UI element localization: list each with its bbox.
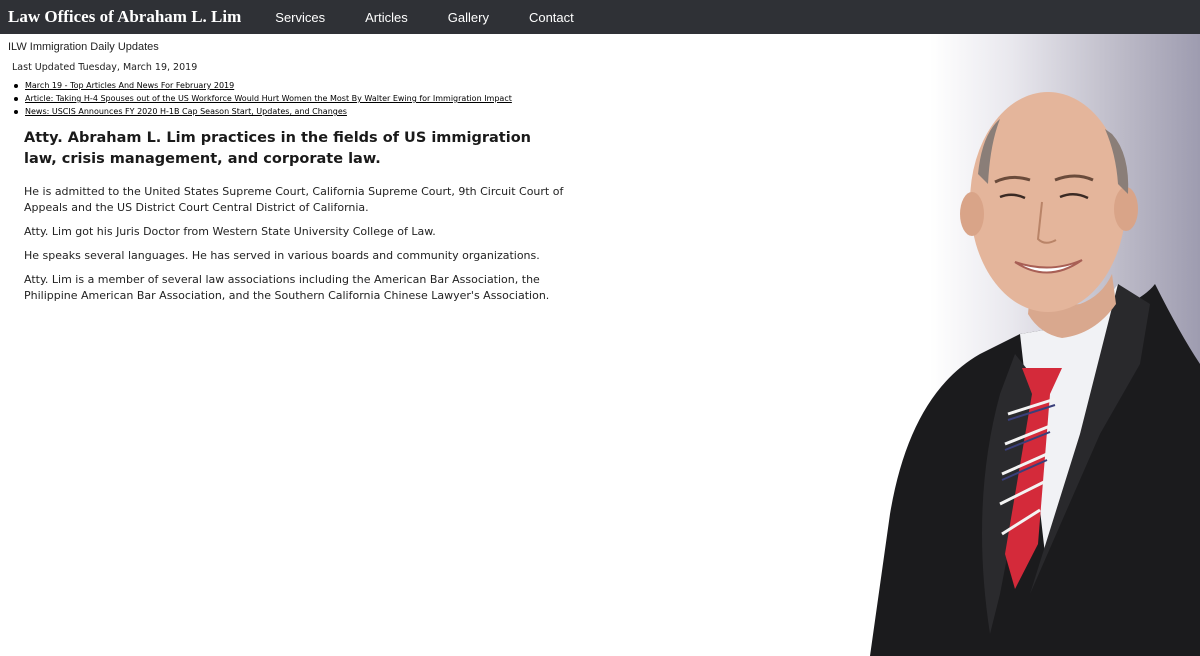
news-list: March 19 - Top Articles And News For Feb… <box>14 79 512 118</box>
list-item: News: USCIS Announces FY 2020 H-1B Cap S… <box>14 105 512 118</box>
top-navbar: Law Offices of Abraham L. Lim Services A… <box>0 0 1200 34</box>
last-updated-text: Last Updated Tuesday, March 19, 2019 <box>12 62 198 73</box>
news-link[interactable]: News: USCIS Announces FY 2020 H-1B Cap S… <box>25 105 347 118</box>
bio-paragraph-languages: He speaks several languages. He has serv… <box>24 249 540 262</box>
page-headline: Atty. Abraham L. Lim practices in the fi… <box>24 130 531 167</box>
list-item: Article: Taking H-4 Spouses out of the U… <box>14 92 512 105</box>
news-link[interactable]: March 19 - Top Articles And News For Feb… <box>25 79 234 92</box>
nav-link-gallery[interactable]: Gallery <box>428 10 509 25</box>
bio-paragraph-admissions: He is admitted to the United States Supr… <box>24 185 564 214</box>
nav-link-services[interactable]: Services <box>255 10 345 25</box>
nav-menu: Services Articles Gallery Contact <box>255 10 593 25</box>
news-widget-title: ILW Immigration Daily Updates <box>8 41 159 53</box>
bullet-icon <box>14 109 18 114</box>
site-brand-link[interactable]: Law Offices of Abraham L. Lim <box>8 7 241 27</box>
bullet-icon <box>14 96 18 101</box>
bio-paragraph-education: Atty. Lim got his Juris Doctor from West… <box>24 225 436 238</box>
bio-paragraph-associations: Atty. Lim is a member of several law ass… <box>24 273 550 302</box>
nav-link-articles[interactable]: Articles <box>345 10 428 25</box>
list-item: March 19 - Top Articles And News For Feb… <box>14 79 512 92</box>
attorney-portrait-photo <box>870 92 1200 656</box>
nav-link-contact[interactable]: Contact <box>509 10 594 25</box>
bullet-icon <box>14 83 18 88</box>
news-link[interactable]: Article: Taking H-4 Spouses out of the U… <box>25 92 512 105</box>
